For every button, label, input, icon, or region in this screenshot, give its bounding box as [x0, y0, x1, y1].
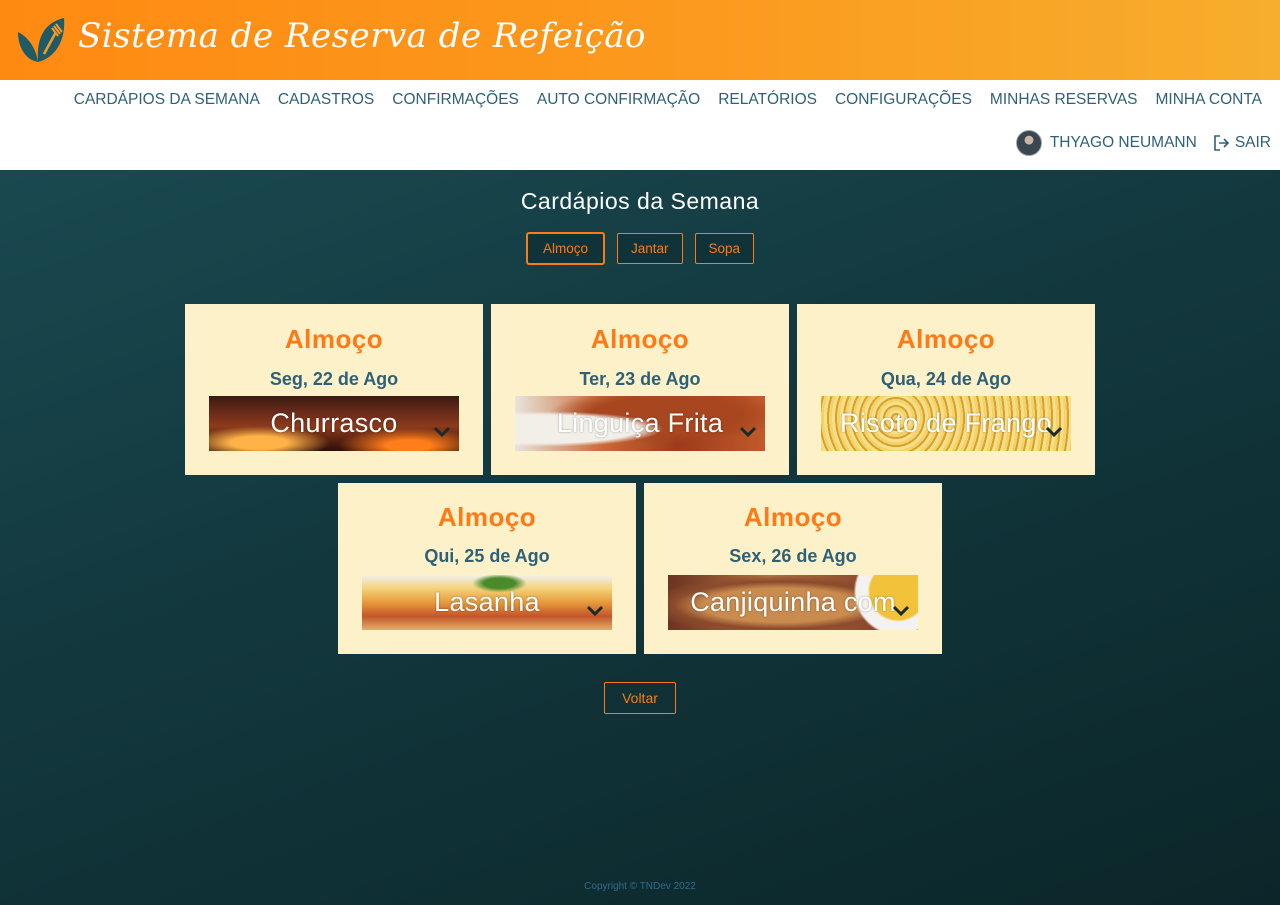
menu-card-quinta: Almoço Qui, 25 de Ago Lasanha — [338, 483, 636, 654]
nav-menu: CARDÁPIOS DA SEMANA CADASTROS CONFIRMAÇÕ… — [65, 90, 1271, 110]
tab-jantar[interactable]: Jantar — [616, 233, 683, 264]
nav-item-relatorios[interactable]: RELATÓRIOS — [709, 90, 826, 110]
chevron-down-icon — [892, 605, 910, 617]
card-date: Sex, 26 de Ago — [729, 546, 857, 566]
card-date: Seg, 22 de Ago — [269, 369, 399, 389]
dish-name: Linguiça Frita — [556, 408, 724, 438]
dish-dropdown[interactable]: Churrasco — [209, 396, 459, 451]
dish-name: Risoto de Frango — [840, 408, 1052, 438]
user-menu: THYAGO NEUMANN SAIR — [1015, 130, 1271, 156]
menu-card-segunda: Almoço Seg, 22 de Ago Churrasco — [185, 304, 483, 475]
dish-dropdown[interactable]: Risoto de Frango — [821, 396, 1071, 451]
app-title: Sistema de Reserva de Refeição — [78, 16, 647, 56]
logout-icon — [1214, 135, 1229, 151]
dish-dropdown[interactable]: Canjiquinha com — [668, 575, 918, 630]
nav-item-confirmacoes[interactable]: CONFIRMAÇÕES — [383, 90, 528, 110]
dish-name: Canjiquinha com — [690, 587, 896, 617]
nav-item-cardapios-da-semana[interactable]: CARDÁPIOS DA SEMANA — [65, 90, 269, 110]
card-meal-title: Almoço — [896, 324, 996, 354]
dish-dropdown[interactable]: Linguiça Frita — [515, 396, 765, 451]
tab-sopa[interactable]: Sopa — [694, 233, 755, 264]
back-button[interactable]: Voltar — [604, 682, 676, 714]
card-date: Qua, 24 de Ago — [880, 369, 1012, 389]
leaf-fork-logo-icon — [18, 18, 65, 62]
card-meal-title: Almoço — [590, 324, 690, 354]
main-navbar: CARDÁPIOS DA SEMANA CADASTROS CONFIRMAÇÕ… — [0, 80, 1280, 170]
chevron-down-icon — [433, 426, 451, 438]
page-title: Cardápios da Semana — [520, 188, 760, 214]
user-name[interactable]: THYAGO NEUMANN — [1050, 134, 1197, 152]
meal-tabs: Almoço Jantar Sopa — [0, 232, 1280, 265]
card-date: Qui, 25 de Ago — [424, 546, 550, 566]
card-meal-title: Almoço — [437, 502, 537, 532]
nav-item-minha-conta[interactable]: MINHA CONTA — [1147, 90, 1272, 110]
chevron-down-icon — [1045, 426, 1063, 438]
chevron-down-icon — [586, 605, 604, 617]
chevron-down-icon — [739, 426, 757, 438]
dish-dropdown[interactable]: Lasanha — [362, 575, 612, 630]
card-meal-title: Almoço — [743, 502, 843, 532]
menu-card-terca: Almoço Ter, 23 de Ago Linguiça Frita — [491, 304, 789, 475]
card-date: Ter, 23 de Ago — [579, 369, 701, 389]
card-meal-title: Almoço — [284, 324, 384, 354]
nav-item-cadastros[interactable]: CADASTROS — [269, 90, 383, 110]
app-header: Sistema de Reserva de Refeição — [0, 0, 1280, 80]
nav-item-auto-confirmacao[interactable]: AUTO CONFIRMAÇÃO — [528, 90, 709, 110]
avatar[interactable] — [1015, 130, 1042, 156]
nav-item-minhas-reservas[interactable]: MINHAS RESERVAS — [981, 90, 1147, 110]
nav-item-configuracoes[interactable]: CONFIGURAÇÕES — [826, 90, 981, 110]
menu-card-sexta: Almoço Sex, 26 de Ago Canjiquinha com — [644, 483, 942, 654]
logout-button[interactable]: SAIR — [1213, 134, 1271, 152]
tab-almoco[interactable]: Almoço — [525, 232, 605, 265]
menu-card-quarta: Almoço Qua, 24 de Ago Risoto de Frango — [797, 304, 1095, 475]
logout-label: SAIR — [1234, 134, 1271, 151]
dish-name: Churrasco — [270, 408, 398, 438]
footer-copyright: Copyright © TNDev 2022 — [584, 881, 696, 892]
dish-name: Lasanha — [434, 587, 540, 617]
